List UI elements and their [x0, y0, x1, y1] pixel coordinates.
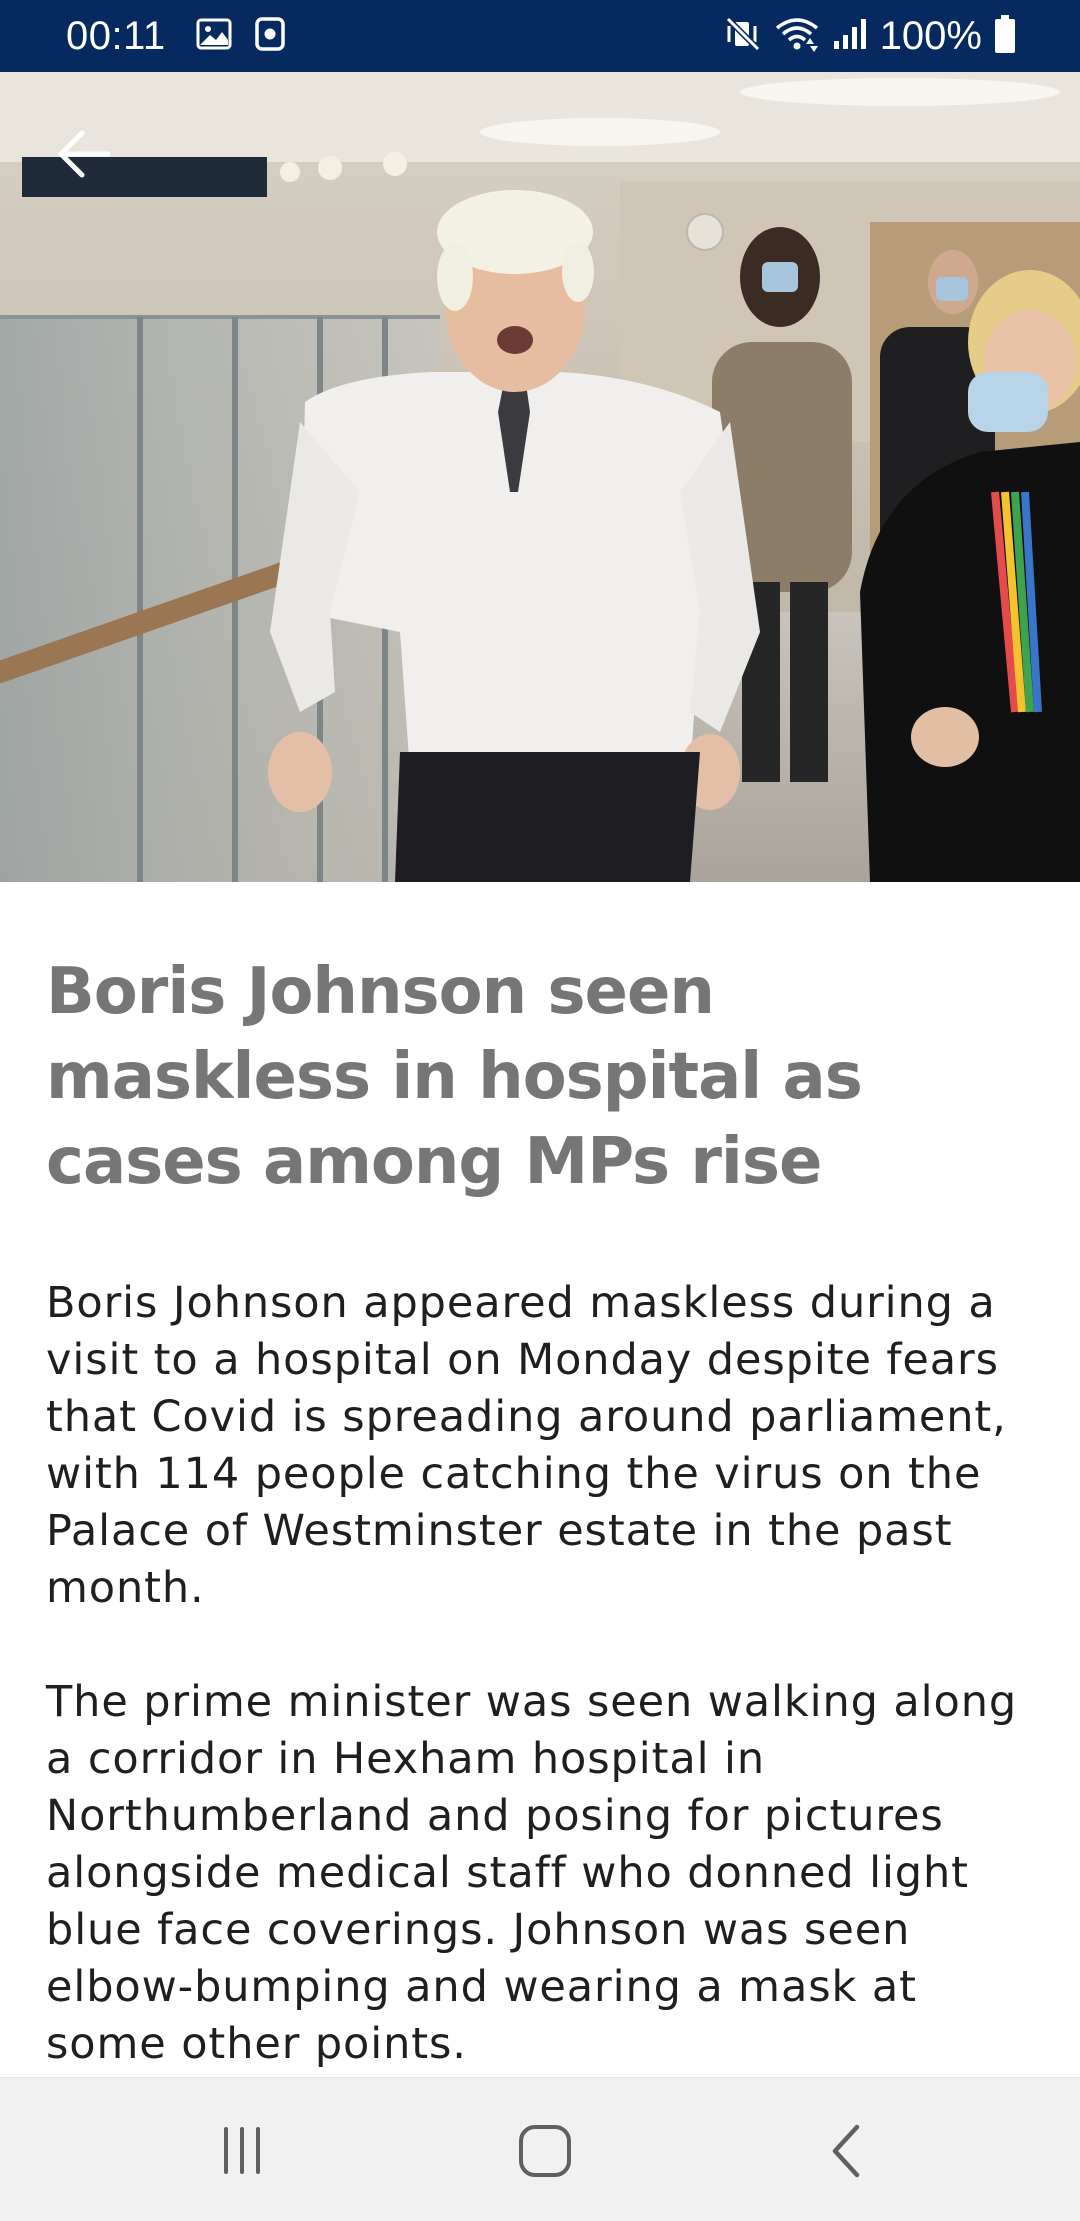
hero-image: [0, 72, 1080, 882]
wifi-icon: [774, 16, 820, 57]
mute-vibrate-icon: [724, 16, 762, 57]
status-bar: 00:11 100%: [0, 0, 1080, 72]
article-paragraph: Boris Johnson appeared maskless during a…: [46, 1278, 1007, 1613]
home-button[interactable]: [500, 2106, 590, 2196]
system-back-button[interactable]: [802, 2106, 892, 2196]
hero-photo: [0, 72, 1080, 882]
article-content: Boris Johnson seen maskless in hospital …: [46, 950, 1036, 2073]
back-icon: [832, 2124, 860, 2178]
arrow-left-icon: [58, 130, 111, 178]
system-indicators: 100%: [724, 12, 1016, 60]
battery-percent: 100%: [879, 14, 982, 58]
article-headline: Boris Johnson seen maskless in hospital …: [46, 955, 863, 1199]
home-icon: [519, 2125, 571, 2177]
status-time: 00:11: [66, 14, 166, 58]
navigation-bar: [0, 2077, 1080, 2221]
recent-apps-button[interactable]: [198, 2106, 288, 2196]
recent-apps-icon: [224, 2127, 260, 2174]
article-paragraph: The prime minister was seen walking alon…: [46, 1677, 1018, 2069]
battery-icon: [994, 14, 1016, 59]
notification-icons: [196, 16, 286, 56]
screen-record-icon: [254, 16, 286, 56]
signal-icon: [832, 17, 868, 56]
gallery-icon: [196, 18, 232, 55]
back-button[interactable]: [48, 118, 120, 190]
